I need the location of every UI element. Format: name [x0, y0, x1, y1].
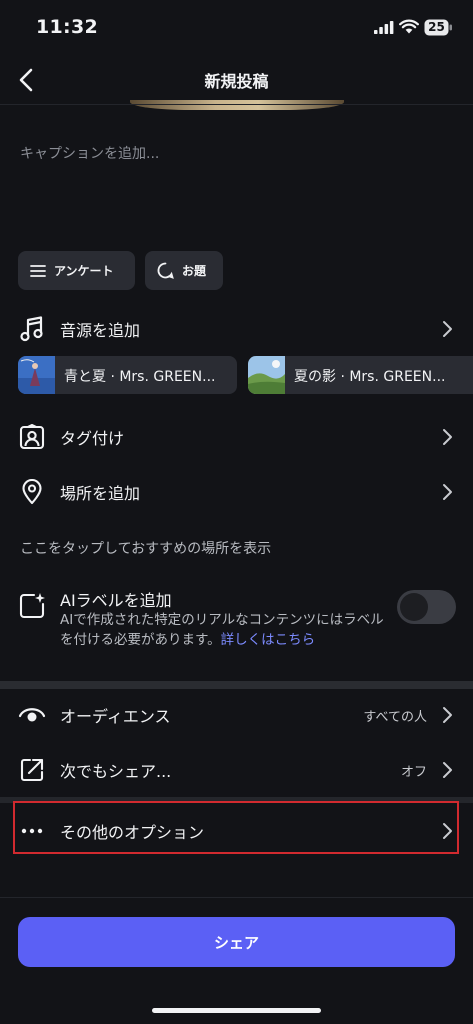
chevron-right-icon — [443, 762, 452, 778]
poll-button[interactable]: アンケート — [18, 251, 135, 290]
speech-bubble-icon — [157, 262, 174, 279]
highlight-box — [13, 801, 459, 854]
home-indicator — [152, 1008, 321, 1013]
location-pin-icon — [18, 478, 46, 506]
section-divider — [0, 681, 473, 689]
eye-icon — [18, 701, 46, 729]
footer-divider — [0, 897, 473, 898]
add-location-label: 場所を追加 — [60, 484, 141, 503]
crosspost-value: オフ — [400, 764, 427, 780]
caption-input[interactable]: キャプションを追加... — [20, 143, 159, 163]
add-music-row[interactable]: 音源を追加 — [0, 306, 473, 352]
ai-label-title: AIラベルを追加 — [60, 591, 172, 610]
battery-icon: 25 — [424, 19, 453, 36]
topic-button[interactable]: お題 — [145, 251, 223, 290]
crosspost-label: 次でもシェア... — [60, 762, 172, 781]
share-button[interactable]: シェア — [18, 917, 455, 967]
poll-label: アンケート — [54, 264, 114, 278]
chevron-right-icon — [443, 321, 452, 337]
share-arrow-icon — [18, 756, 46, 784]
toggle-knob — [400, 593, 428, 621]
album-art — [18, 356, 55, 394]
ai-sparkle-label-icon — [19, 593, 45, 619]
page-title: 新規投稿 — [204, 72, 269, 91]
track-title: 夏の影 · Mrs. GREEN... — [294, 369, 446, 385]
album-art — [248, 356, 285, 394]
ai-label-toggle[interactable] — [397, 590, 456, 624]
audience-value: すべての人 — [363, 709, 427, 725]
chevron-right-icon — [443, 484, 452, 500]
location-suggestion-hint[interactable]: ここをタップしておすすめの場所を表示 — [20, 538, 271, 558]
learn-more-link[interactable]: 詳しくはこちら — [221, 632, 316, 648]
music-note-icon — [18, 315, 46, 343]
chevron-right-icon — [443, 707, 452, 723]
track-title: 青と夏 · Mrs. GREEN... — [64, 369, 216, 385]
music-suggestion-card[interactable]: 青と夏 · Mrs. GREEN... — [18, 356, 237, 394]
tag-people-row[interactable]: タグ付け — [0, 414, 473, 460]
status-time: 11:32 — [36, 16, 98, 38]
audience-label: オーディエンス — [60, 707, 171, 726]
ai-label-description: AIで作成された特定のリアルなコンテンツにはラベルを付ける必要があります。詳しく… — [60, 610, 390, 650]
chevron-right-icon — [443, 429, 452, 445]
audience-row[interactable]: オーディエンス すべての人 — [0, 692, 473, 738]
battery-level: 25 — [428, 20, 445, 34]
list-icon — [30, 264, 46, 277]
music-suggestion-card[interactable]: 夏の影 · Mrs. GREEN... — [248, 356, 473, 394]
add-location-row[interactable]: 場所を追加 — [0, 469, 473, 515]
header-divider — [0, 104, 473, 105]
tag-people-label: タグ付け — [60, 429, 125, 448]
wifi-icon — [399, 19, 419, 34]
person-tag-icon — [18, 423, 46, 451]
crosspost-row[interactable]: 次でもシェア... オフ — [0, 747, 473, 793]
add-music-label: 音源を追加 — [60, 321, 141, 340]
topic-label: お題 — [182, 264, 207, 278]
cellular-signal-icon — [374, 21, 394, 34]
media-preview-edge — [130, 100, 344, 110]
